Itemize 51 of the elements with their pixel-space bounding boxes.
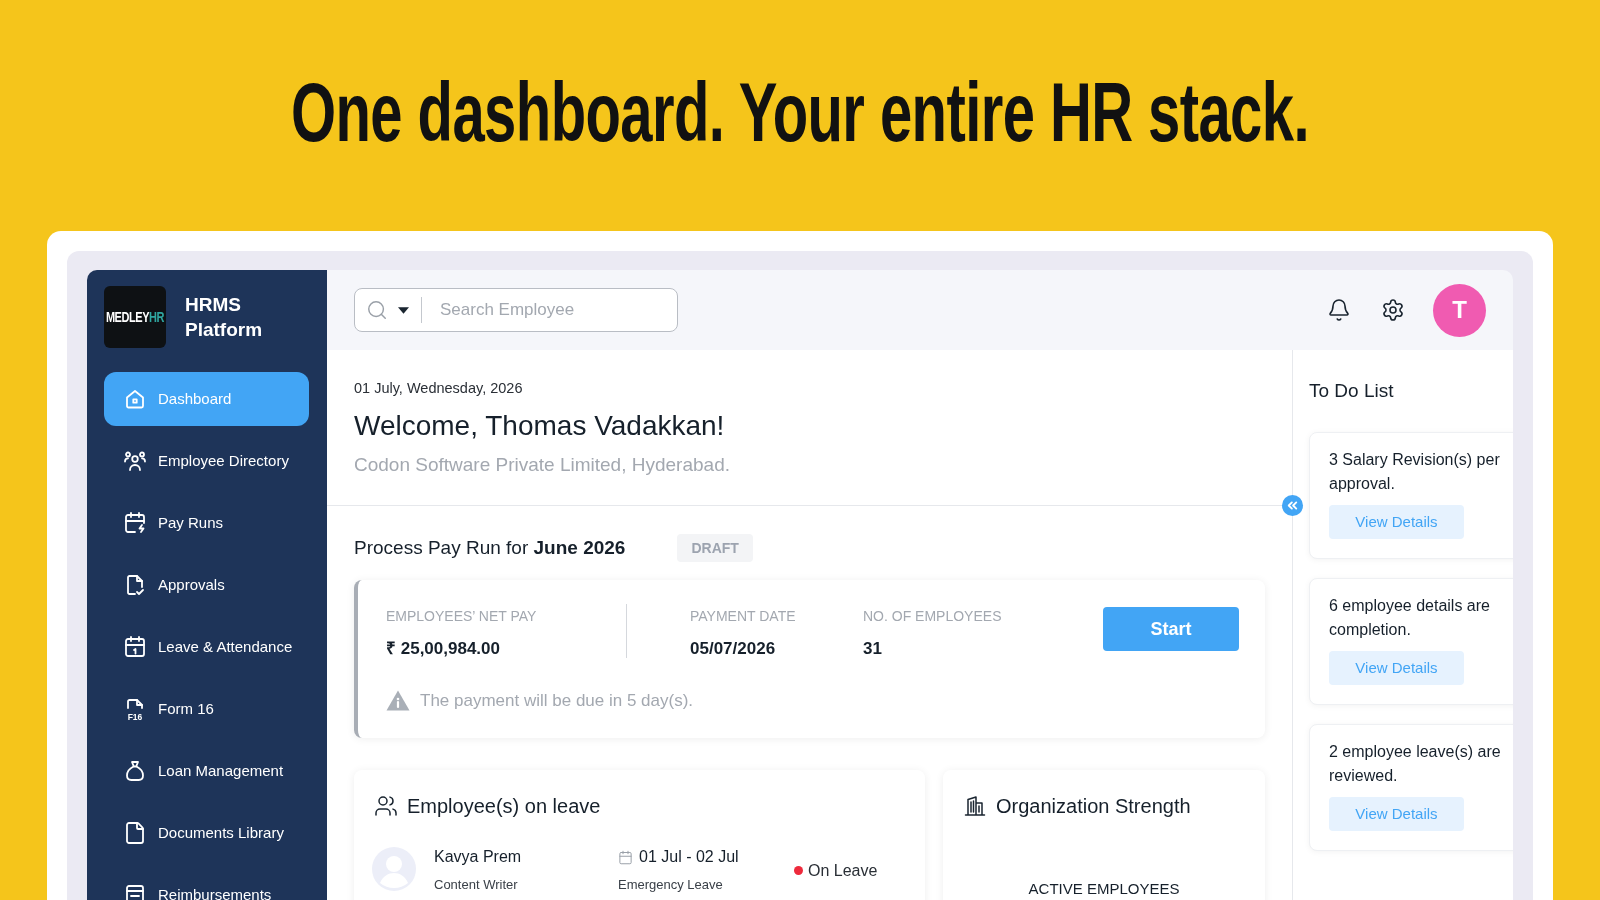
bell-icon[interactable] <box>1327 298 1351 322</box>
payment-note: The payment will be due in 5 day(s). <box>420 690 694 711</box>
sidebar-item[interactable]: Loan Management <box>104 744 309 798</box>
leave-status: On Leave <box>808 860 878 881</box>
leave-type: Emergency Leave <box>618 876 724 894</box>
field-value: 31 <box>863 639 883 659</box>
building-icon <box>963 794 987 818</box>
field-value: ₹ 25,00,984.00 <box>386 639 501 659</box>
calendar-bolt-icon <box>123 511 147 535</box>
people-icon <box>374 794 398 818</box>
active-employees-label: ACTIVE EMPLOYEES <box>1028 880 1180 898</box>
headline: One dashboard. Your entire HR stack. <box>291 69 1309 155</box>
card-title: Organization Strength <box>996 794 1191 818</box>
app-title: HRMS Platform <box>185 293 264 342</box>
people-icon <box>123 449 147 473</box>
logo: MEDLEYHR <box>104 286 166 348</box>
employee-name: Kavya Prem <box>434 847 523 867</box>
field-label: EMPLOYEES’ NET PAY <box>386 607 538 625</box>
search-icon[interactable] <box>366 299 388 321</box>
welcome-title: Welcome, Thomas Vadakkan! <box>354 409 726 443</box>
sidebar-item[interactable]: Pay Runs <box>104 496 309 550</box>
calendar-icon <box>123 635 147 659</box>
caret-icon[interactable] <box>398 307 409 314</box>
pay-run-title: Process Pay Run for June 2026 <box>354 535 626 560</box>
card-title: Employee(s) on leave <box>407 794 601 818</box>
sidebar-item[interactable]: Reimbursements <box>104 868 309 900</box>
bag-icon <box>123 759 147 783</box>
todo-text: 6 employee details are completion. <box>1329 596 1491 640</box>
sidebar-item[interactable]: Documents Library <box>104 806 309 860</box>
field-label: NO. OF EMPLOYEES <box>863 607 1003 625</box>
sidebar-item[interactable]: F16 Form 16 <box>104 682 309 736</box>
warning-icon <box>386 690 410 711</box>
todo-text: 3 Salary Revision(s) per approval. <box>1329 450 1501 494</box>
sidebar-item[interactable]: Leave & Attendance <box>104 620 309 674</box>
todo-title: To Do List <box>1309 380 1395 402</box>
sidebar-item[interactable]: Employee Directory <box>104 434 309 488</box>
sidebar-item[interactable]: Approvals <box>104 558 309 612</box>
receipt-icon <box>123 883 147 900</box>
todo-text: 2 employee leave(s) are reviewed. <box>1329 742 1502 786</box>
date-text: 01 July, Wednesday, 2026 <box>354 379 524 398</box>
leave-dates: 01 Jul - 02 Jul <box>639 847 739 867</box>
company-name: Codon Software Private Limited, Hyderabad. <box>354 453 731 477</box>
home-icon <box>123 387 147 411</box>
search-field[interactable]: Search Employee <box>354 288 678 332</box>
status-badge: DRAFT <box>677 534 753 562</box>
employee-role: Content Writer <box>434 876 519 894</box>
settings-icon[interactable] <box>1381 298 1405 322</box>
document-icon <box>123 821 147 845</box>
field-value: 05/07/2026 <box>690 639 777 659</box>
field-label: PAYMENT DATE <box>690 607 797 625</box>
calendar-icon <box>618 849 633 865</box>
